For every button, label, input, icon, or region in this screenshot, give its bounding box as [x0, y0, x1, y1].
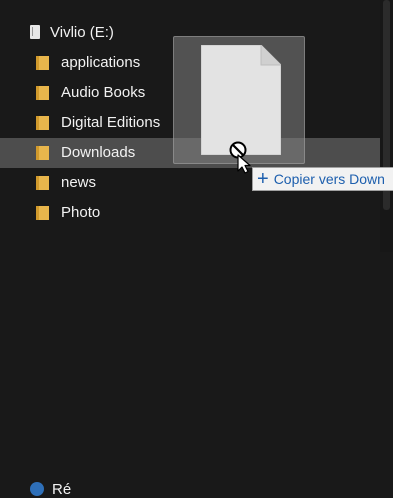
folder-icon [36, 56, 49, 70]
folder-item-photo[interactable]: Photo [0, 198, 380, 228]
document-icon [201, 45, 281, 155]
folder-label: Photo [61, 204, 101, 221]
folder-label: Downloads [61, 144, 136, 161]
folder-icon [36, 116, 49, 130]
folder-icon [36, 176, 49, 190]
no-drop-cursor-icon [229, 141, 251, 174]
folder-label: news [61, 174, 97, 191]
folder-label: applications [61, 54, 141, 71]
folder-label: Digital Editions [61, 114, 161, 131]
globe-icon [30, 482, 44, 496]
folder-label: Audio Books [61, 84, 146, 101]
drag-tooltip: + Copier vers Down [252, 167, 393, 191]
drive-icon [30, 25, 40, 39]
drag-tooltip-text: Copier vers Down [273, 171, 385, 187]
plus-icon: + [257, 168, 269, 190]
network-item[interactable]: Ré [0, 238, 380, 498]
folder-icon [36, 146, 49, 160]
folder-icon [36, 206, 49, 220]
network-label: Ré [52, 481, 72, 498]
drive-label: Vivlio (E:) [50, 23, 114, 41]
folder-icon [36, 86, 49, 100]
drive-item-vivlio[interactable]: Vivlio (E:) [30, 20, 114, 44]
vertical-scrollbar[interactable] [380, 0, 393, 252]
